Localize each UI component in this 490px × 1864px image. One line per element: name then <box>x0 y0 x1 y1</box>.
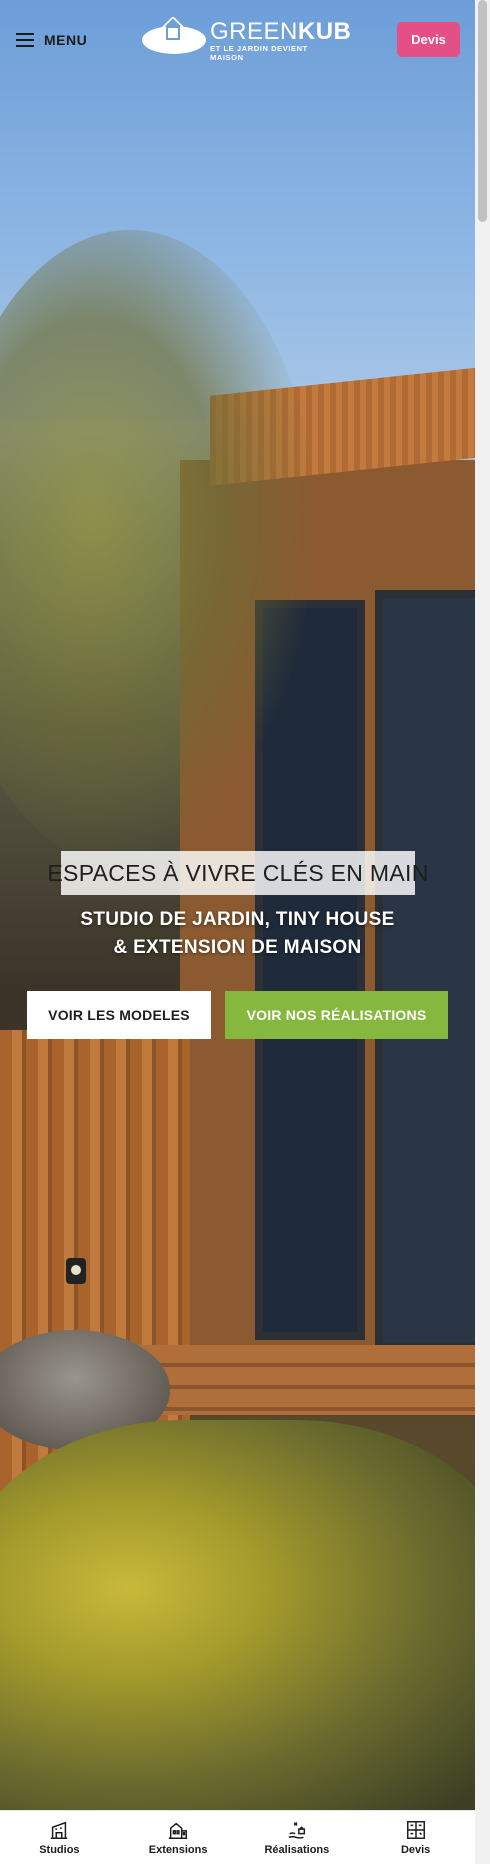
nav-item-realisations[interactable]: Réalisations <box>238 1811 357 1864</box>
logo-tagline: ET LE JARDIN DEVIENT MAISON <box>210 44 308 62</box>
hero-headline: ESPACES À VIVRE CLÉS EN MAIN <box>47 859 429 886</box>
nav-label-devis: Devis <box>400 1844 431 1856</box>
nav-item-devis[interactable]: Devis <box>356 1811 475 1864</box>
view-realisations-button[interactable]: VOIR NOS RÉALISATIONS <box>225 991 448 1039</box>
view-models-button[interactable]: VOIR LES MODELES <box>27 991 211 1039</box>
menu-button[interactable]: MENU <box>16 28 87 52</box>
studio-icon <box>51 1821 68 1839</box>
hero-subline-line-2: & EXTENSION DE MAISON <box>113 937 362 958</box>
wall-lamp <box>66 1258 86 1284</box>
nav-label-studios: Studios <box>39 1844 80 1856</box>
hamburger-icon <box>16 33 34 47</box>
hero-subline: STUDIO DE JARDIN, TINY HOUSE & EXTENSION… <box>0 906 475 962</box>
devis-grid-icon <box>406 1821 425 1839</box>
site-header: MENU GREENKUB ET LE JARDIN DEVIENT MAISO… <box>0 0 475 80</box>
nav-item-extensions[interactable]: Extensions <box>119 1811 238 1864</box>
page-scrollbar[interactable] <box>475 0 490 1864</box>
nav-label-extensions: Extensions <box>148 1844 208 1856</box>
hero-background-photo <box>0 0 475 1810</box>
hero-subline-line-1: STUDIO DE JARDIN, TINY HOUSE <box>80 909 395 930</box>
scrollbar-thumb[interactable] <box>478 0 487 222</box>
devis-button[interactable]: Devis <box>397 22 460 57</box>
cabin-window <box>375 590 475 1350</box>
cube-inner <box>166 26 180 40</box>
nav-label-realisations: Réalisations <box>264 1844 330 1856</box>
page: MENU GREENKUB ET LE JARDIN DEVIENT MAISO… <box>0 0 475 1864</box>
headline-box: ESPACES À VIVRE CLÉS EN MAIN <box>47 851 428 895</box>
menu-label: MENU <box>44 32 88 48</box>
nav-item-studios[interactable]: Studios <box>0 1811 119 1864</box>
foreground-bush <box>0 1420 475 1810</box>
bottom-nav: Studios Extensions Réalisations Devis <box>0 1810 475 1864</box>
logo-wordmark: GREENKUB <box>210 18 352 45</box>
greenkub-logo[interactable]: GREENKUB ET LE JARDIN DEVIENT MAISON <box>142 16 351 62</box>
realisations-icon <box>288 1822 305 1839</box>
extension-icon <box>168 1822 188 1839</box>
